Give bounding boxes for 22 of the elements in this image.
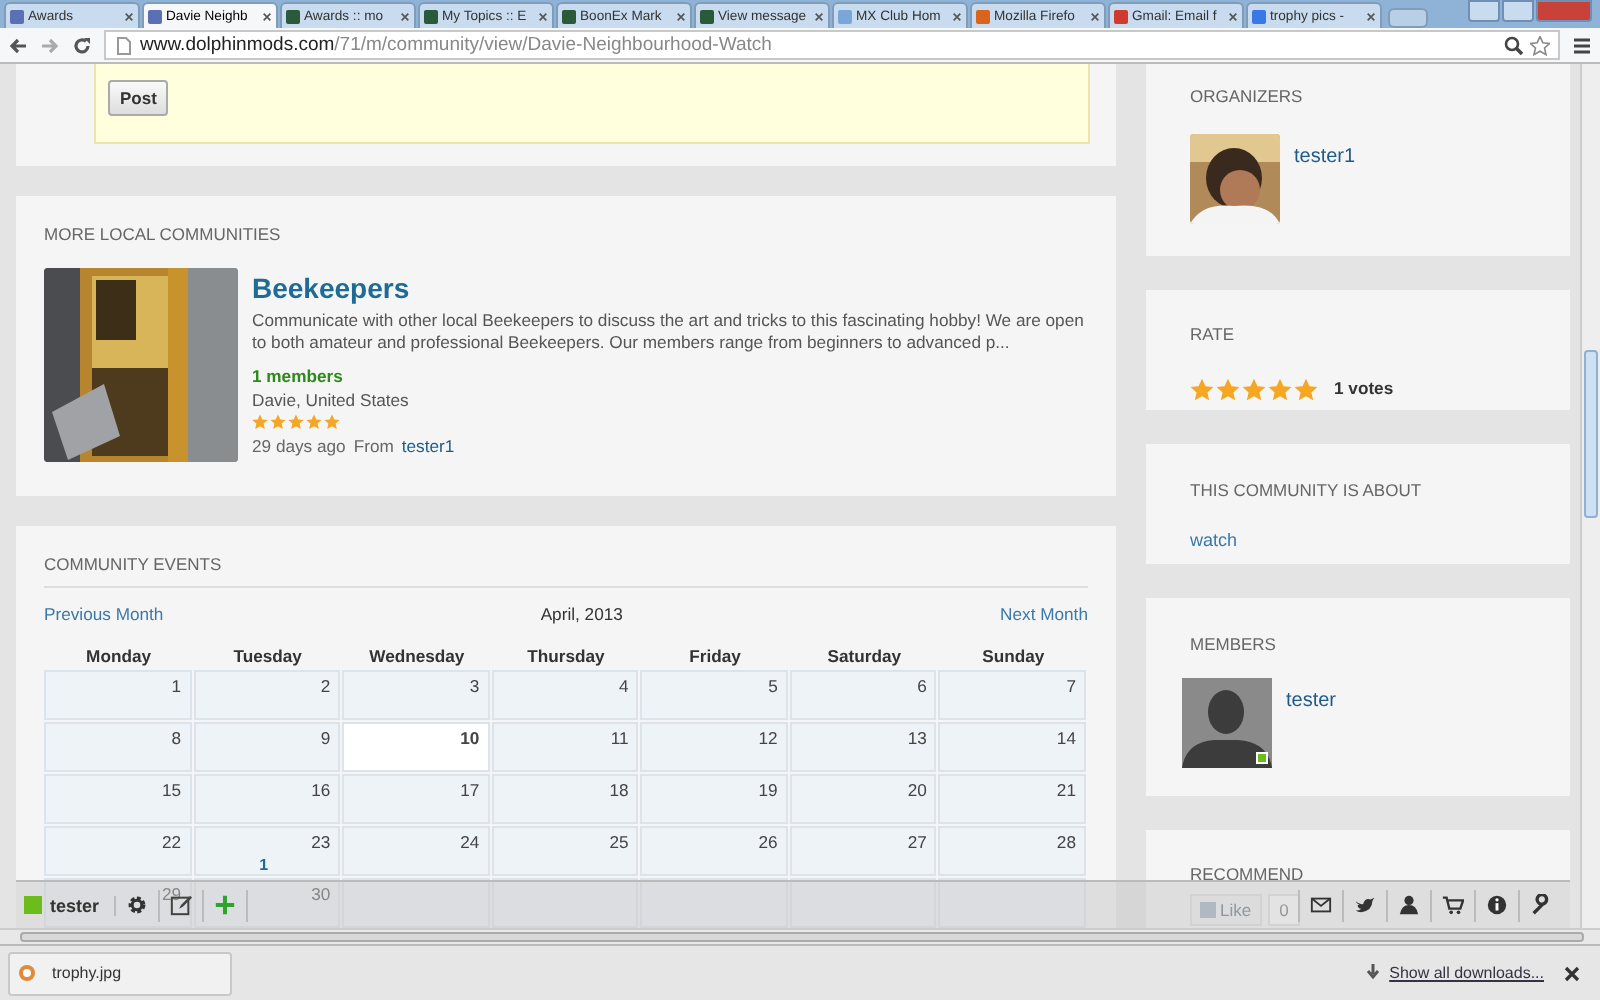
weekday-header: Tuesday [231,646,304,670]
location-text: Davie, United States [252,390,409,410]
section-title: ORGANIZERS [1190,86,1305,106]
section-title: MEMBERS [1190,634,1278,654]
section-title: RATE [1190,324,1237,344]
community-description: Communicate with other local Beekeepers to discuss the art and tricks to this fascinating hobby! We are open to both amateur and professional Beekeepers. Our members range from beginners to advanced p... [252,310,1086,354]
weekday-header: Monday [84,646,154,670]
section-title: COMMUNITY EVENTS [44,554,224,574]
weekday-header: Thursday [525,646,607,670]
section-title: RECOMMEND [1190,864,1306,884]
member-count: 1 members [252,366,343,386]
weekday-header: Sunday [980,646,1047,670]
from-label: From [353,436,394,456]
weekday-header: Wednesday [367,646,467,670]
section-title: MORE LOCAL COMMUNITIES [44,224,283,244]
age-text: 29 days ago [252,436,346,456]
section-title: THIS COMMUNITY IS ABOUT [1190,480,1424,500]
weekday-header: Saturday [825,646,904,670]
vote-count: 1 votes [1334,378,1394,398]
like-count: 0 [1267,894,1301,926]
weekday-header: Friday [687,646,743,670]
month-label: April, 2013 [540,604,623,624]
